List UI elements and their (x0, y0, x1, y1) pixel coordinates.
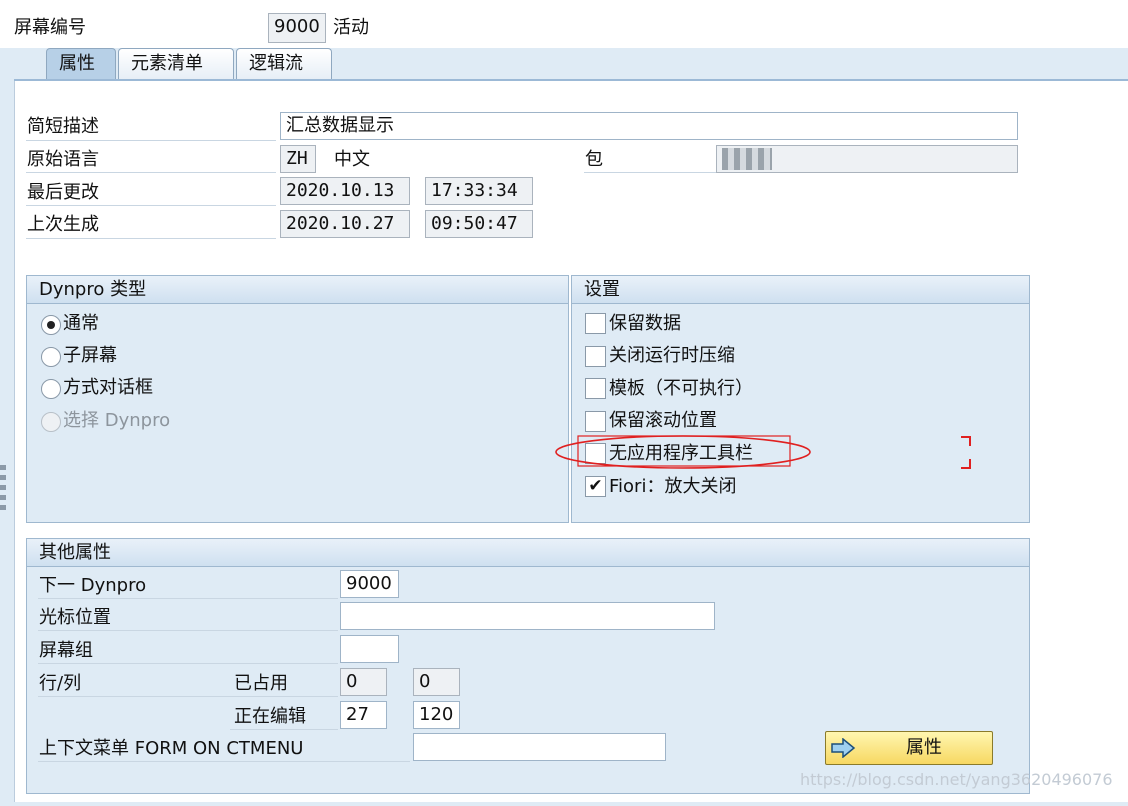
divider (26, 140, 276, 141)
short-desc-input[interactable]: 汇总数据显示 (280, 112, 1018, 140)
occupied-col-field: 0 (413, 668, 460, 696)
watermark-text: https://blog.csdn.net/yang3620496076 (800, 770, 1113, 789)
other-attributes-title: 其他属性 (27, 539, 1029, 567)
attributes-button-label: 属性 (906, 737, 942, 758)
divider (38, 598, 338, 599)
last-changed-date-field: 2020.10.13 (280, 177, 410, 205)
annotation-bracket-top (961, 436, 971, 446)
radio-selection-dynpro-label: 选择 Dynpro (63, 410, 171, 431)
checkbox-template-label: 模板（不可执行） (609, 378, 753, 399)
last-generated-date-field: 2020.10.27 (280, 210, 410, 238)
last-changed-label: 最后更改 (27, 182, 99, 203)
radio-modal-dialog-label: 方式对话框 (63, 377, 153, 398)
screen-group-input[interactable] (340, 635, 399, 663)
editing-label: 正在编辑 (234, 706, 306, 727)
package-redaction (722, 148, 772, 170)
resize-grip[interactable] (0, 465, 6, 517)
radio-subscreen[interactable] (41, 347, 61, 367)
settings-title: 设置 (572, 276, 1029, 304)
dynpro-type-title: Dynpro 类型 (27, 276, 568, 304)
cursor-position-label: 光标位置 (39, 607, 111, 628)
tab-attributes[interactable]: 属性 (46, 48, 116, 80)
checkbox-switch-off-compression[interactable] (585, 346, 606, 367)
context-menu-input[interactable] (413, 733, 666, 761)
attributes-button[interactable]: 属性 (825, 731, 993, 765)
checkbox-hold-data-label: 保留数据 (609, 313, 681, 334)
checkbox-switch-off-compression-label: 关闭运行时压缩 (609, 345, 735, 366)
occupied-row-field: 0 (340, 668, 387, 696)
package-label: 包 (585, 149, 603, 170)
short-desc-label: 简短描述 (27, 116, 99, 137)
divider (230, 729, 338, 730)
header-bar (0, 0, 1128, 48)
radio-normal[interactable] (41, 315, 61, 335)
radio-modal-dialog[interactable] (41, 379, 61, 399)
screen-status: 活动 (333, 17, 369, 38)
last-generated-label: 上次生成 (27, 214, 99, 235)
tab-flow-logic[interactable]: 逻辑流 (236, 48, 332, 80)
context-menu-label: 上下文菜单 FORM ON CTMENU (39, 738, 304, 759)
divider (26, 172, 276, 173)
occupied-label: 已占用 (234, 673, 288, 694)
checkbox-fiori-zoom-off-label: Fiori：放大关闭 (609, 476, 737, 497)
checkbox-hold-data[interactable] (585, 313, 606, 334)
editing-row-input[interactable]: 27 (340, 701, 387, 729)
radio-subscreen-label: 子屏幕 (63, 345, 117, 366)
divider (38, 630, 338, 631)
checkbox-template[interactable] (585, 378, 606, 399)
annotation-bracket-bottom (961, 459, 971, 469)
radio-normal-label: 通常 (63, 313, 99, 334)
orig-lang-code-field: ZH (280, 145, 316, 173)
divider (584, 172, 716, 173)
tab-element-list[interactable]: 元素清单 (118, 48, 234, 80)
next-dynpro-input[interactable]: 9000 (340, 570, 399, 598)
divider (38, 761, 410, 762)
next-dynpro-label: 下一 Dynpro (39, 575, 147, 596)
last-generated-time-field: 09:50:47 (425, 210, 533, 238)
orig-lang-label: 原始语言 (27, 149, 99, 170)
checkbox-fiori-zoom-off[interactable]: ✔ (585, 476, 606, 497)
annotation-ellipse (555, 435, 811, 469)
divider (26, 238, 276, 239)
cursor-position-input[interactable] (340, 602, 715, 630)
screen-number-field: 9000 (268, 13, 326, 43)
orig-lang-name: 中文 (334, 149, 370, 170)
divider (38, 663, 338, 664)
arrow-right-icon (831, 738, 856, 758)
screen-number-label: 屏幕编号 (14, 17, 86, 38)
screen-group-label: 屏幕组 (39, 640, 93, 661)
divider (38, 696, 338, 697)
radio-selection-dynpro (41, 412, 61, 432)
last-changed-time-field: 17:33:34 (425, 177, 533, 205)
editing-col-input[interactable]: 120 (413, 701, 460, 729)
row-col-label: 行/列 (39, 673, 82, 694)
divider (26, 205, 276, 206)
